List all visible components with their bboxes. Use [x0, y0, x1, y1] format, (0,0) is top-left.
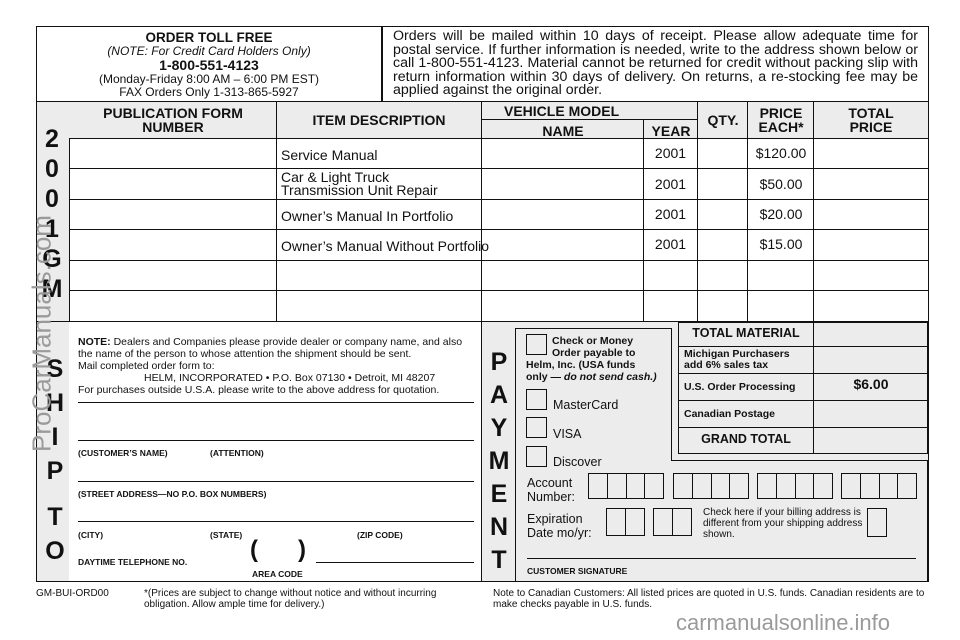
side-label-payment: P A Y M E N T — [488, 348, 510, 574]
canadian-note: Note to Canadian Customers: All listed p… — [493, 588, 925, 610]
side-watermark: ProCarManuals.com — [26, 215, 57, 452]
row-price: $20.00 — [759, 206, 803, 222]
header-pub-form: PUBLICATION FORM NUMBER — [103, 105, 243, 135]
helm-address: HELM, INCORPORATED • P.O. Box 07130 • De… — [144, 372, 436, 384]
mastercard-checkbox[interactable] — [526, 389, 547, 410]
area-code-label: AREA CODE — [252, 569, 303, 579]
state-label: (STATE) — [210, 530, 243, 540]
header-price-each: PRICE EACH* — [758, 105, 804, 135]
street-address-line[interactable] — [78, 481, 474, 482]
billing-address-different-checkbox[interactable] — [867, 508, 887, 537]
order-toll-free-box: ORDER TOLL FREE (NOTE: For Credit Card H… — [36, 26, 382, 102]
row-price: $120.00 — [755, 145, 807, 161]
row-year: 2001 — [654, 236, 687, 252]
account-number-group-1[interactable] — [588, 473, 664, 499]
visa-label: VISA — [553, 427, 582, 441]
area-code-close-paren: ) — [298, 536, 306, 563]
header-year: YEAR — [651, 123, 691, 139]
phone-label: DAYTIME TELEPHONE NO. — [78, 557, 188, 567]
bottom-watermark: carmanualsonline.info — [676, 610, 891, 635]
phone-line[interactable] — [316, 562, 474, 563]
order-title: ORDER TOLL FREE — [145, 30, 273, 45]
order-phone[interactable]: 1-800-551-4123 — [37, 58, 381, 73]
row-description: Owner’s Manual In Portfolio — [281, 208, 454, 224]
row-year: 2001 — [654, 176, 687, 192]
attention-label: (ATTENTION) — [210, 448, 264, 458]
expiration-month-boxes[interactable] — [606, 508, 645, 536]
outside-usa-note: For purchases outside U.S.A. please writ… — [78, 384, 440, 396]
customer-signature-line[interactable] — [527, 558, 916, 559]
account-number-label: Account Number: — [527, 476, 575, 504]
street-address-label: (STREET ADDRESS—NO P.O. BOX NUMBERS) — [78, 489, 267, 499]
account-number-group-2[interactable] — [673, 473, 749, 499]
expiration-year-boxes[interactable] — [653, 508, 692, 536]
account-number-group-3[interactable] — [757, 473, 833, 499]
mailing-policy: Orders will be mailed within 10 days of … — [382, 26, 929, 102]
header-vehicle-model: VEHICLE MODEL — [504, 103, 620, 119]
expiration-date-label: Expiration Date mo/yr: — [527, 512, 592, 540]
mastercard-label: MasterCard — [553, 398, 619, 412]
check-money-order-note: Helm, Inc. (USA funds only — do not send… — [526, 359, 657, 383]
header-name: NAME — [542, 123, 584, 139]
discover-label: Discover — [553, 455, 602, 469]
row-year: 2001 — [654, 206, 687, 222]
city-state-zip-line[interactable] — [78, 521, 474, 522]
price-disclaimer: *(Prices are subject to change without n… — [144, 588, 437, 610]
discover-checkbox[interactable] — [526, 446, 547, 467]
billing-address-note: Check here if your billing address is di… — [703, 507, 863, 540]
header-total-price: TOTAL PRICE — [848, 105, 894, 135]
mail-to-label: Mail completed order form to: — [78, 360, 215, 372]
header-qty: QTY. — [707, 112, 739, 128]
customer-name-label: (CUSTOMER’S NAME) — [78, 448, 168, 458]
row-price: $50.00 — [759, 176, 803, 192]
dealer-line[interactable] — [78, 402, 474, 403]
visa-checkbox[interactable] — [526, 417, 547, 438]
ship-note: NOTE: Dealers and Companies please provi… — [78, 336, 463, 360]
form-code: GM-BUI-ORD00 — [36, 588, 109, 599]
row-description: Owner’s Manual Without Portfolio — [281, 238, 490, 254]
check-money-order-checkbox[interactable] — [526, 334, 547, 355]
fax-number: FAX Orders Only 1-313-865-5927 — [119, 85, 299, 99]
row-description: Service Manual — [281, 147, 378, 163]
row-price: $15.00 — [759, 236, 803, 252]
city-label: (CITY) — [78, 530, 104, 540]
customer-signature-label: CUSTOMER SIGNATURE — [527, 566, 628, 576]
customer-name-line[interactable] — [78, 440, 474, 441]
us-processing-value: $6.00 — [853, 376, 889, 392]
area-code-open-paren: ( — [250, 536, 258, 563]
check-money-order-label: Check or Money Order payable to — [552, 335, 636, 359]
row-description: Car & Light Truck Transmission Unit Repa… — [281, 169, 438, 198]
account-number-group-4[interactable] — [841, 473, 917, 499]
row-year: 2001 — [654, 145, 687, 161]
header-item-description: ITEM DESCRIPTION — [312, 112, 446, 128]
zip-label: (ZIP CODE) — [357, 530, 403, 540]
